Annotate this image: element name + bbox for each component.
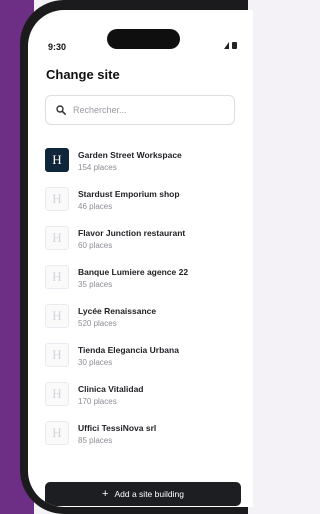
more-options-icon[interactable] bbox=[252, 312, 253, 328]
more-options-icon[interactable] bbox=[252, 156, 253, 172]
more-options-icon[interactable] bbox=[252, 351, 253, 367]
page-title: Change site bbox=[46, 67, 120, 82]
more-options-icon[interactable] bbox=[252, 429, 253, 445]
site-name: Stardust Emporium shop bbox=[78, 189, 180, 199]
site-places-count: 60 places bbox=[78, 241, 113, 250]
phone-screen: 9:30 Change site H Garden Street Workspac… bbox=[28, 10, 253, 507]
site-places-count: 170 places bbox=[78, 397, 117, 406]
site-places-count: 30 places bbox=[78, 358, 113, 367]
site-list-item[interactable]: H Uffici TessiNova srl 85 places bbox=[45, 420, 245, 459]
site-name: Clinica Vitalidad bbox=[78, 384, 144, 394]
site-places-count: 520 places bbox=[78, 319, 117, 328]
site-list: H Garden Street Workspace 154 places H Stard… bbox=[45, 147, 245, 459]
status-time: 9:30 bbox=[48, 42, 67, 52]
site-logo-icon: H bbox=[45, 304, 69, 328]
site-name: Tienda Elegancia Urbana bbox=[78, 345, 179, 355]
site-logo-icon: H bbox=[45, 226, 69, 250]
site-logo-icon: H bbox=[45, 265, 69, 289]
site-logo-icon: H bbox=[45, 421, 69, 445]
site-list-item[interactable]: H Banque Lumiere agence 22 35 places bbox=[45, 264, 245, 303]
site-logo-icon: H bbox=[45, 382, 69, 406]
site-name: Uffici TessiNova srl bbox=[78, 423, 157, 433]
site-list-item[interactable]: H Stardust Emporium shop 46 places bbox=[45, 186, 245, 225]
site-name: Garden Street Workspace bbox=[78, 150, 182, 160]
status-bar: 9:30 bbox=[28, 10, 253, 52]
add-site-building-button[interactable]: + Add a site building bbox=[45, 482, 241, 506]
search-icon bbox=[56, 105, 66, 115]
site-places-count: 35 places bbox=[78, 280, 113, 289]
site-places-count: 46 places bbox=[78, 202, 113, 211]
signal-battery-icon bbox=[224, 42, 237, 49]
site-name: Banque Lumiere agence 22 bbox=[78, 267, 189, 277]
more-options-icon[interactable] bbox=[252, 234, 253, 250]
site-name: Lycée Renaissance bbox=[78, 306, 157, 316]
site-places-count: 85 places bbox=[78, 436, 113, 445]
search-input[interactable] bbox=[73, 102, 223, 118]
site-logo-icon: H bbox=[45, 343, 69, 367]
site-logo-icon: H bbox=[45, 187, 69, 211]
site-list-item[interactable]: H Clinica Vitalidad 170 places bbox=[45, 381, 245, 420]
site-places-count: 154 places bbox=[78, 163, 117, 172]
site-list-item[interactable]: H Flavor Junction restaurant 60 places bbox=[45, 225, 245, 264]
more-options-icon[interactable] bbox=[252, 273, 253, 289]
plus-icon: + bbox=[102, 488, 109, 500]
add-site-building-label: Add a site building bbox=[114, 489, 184, 499]
search-box[interactable] bbox=[45, 95, 235, 125]
site-name: Flavor Junction restaurant bbox=[78, 228, 186, 238]
more-options-icon[interactable] bbox=[252, 195, 253, 211]
dynamic-island bbox=[107, 29, 180, 49]
site-logo-icon: H bbox=[45, 148, 69, 172]
site-list-item[interactable]: H Tienda Elegancia Urbana 30 places bbox=[45, 342, 245, 381]
more-options-icon[interactable] bbox=[252, 390, 253, 406]
site-list-item[interactable]: H Lycée Renaissance 520 places bbox=[45, 303, 245, 342]
site-list-item[interactable]: H Garden Street Workspace 154 places bbox=[45, 147, 245, 186]
